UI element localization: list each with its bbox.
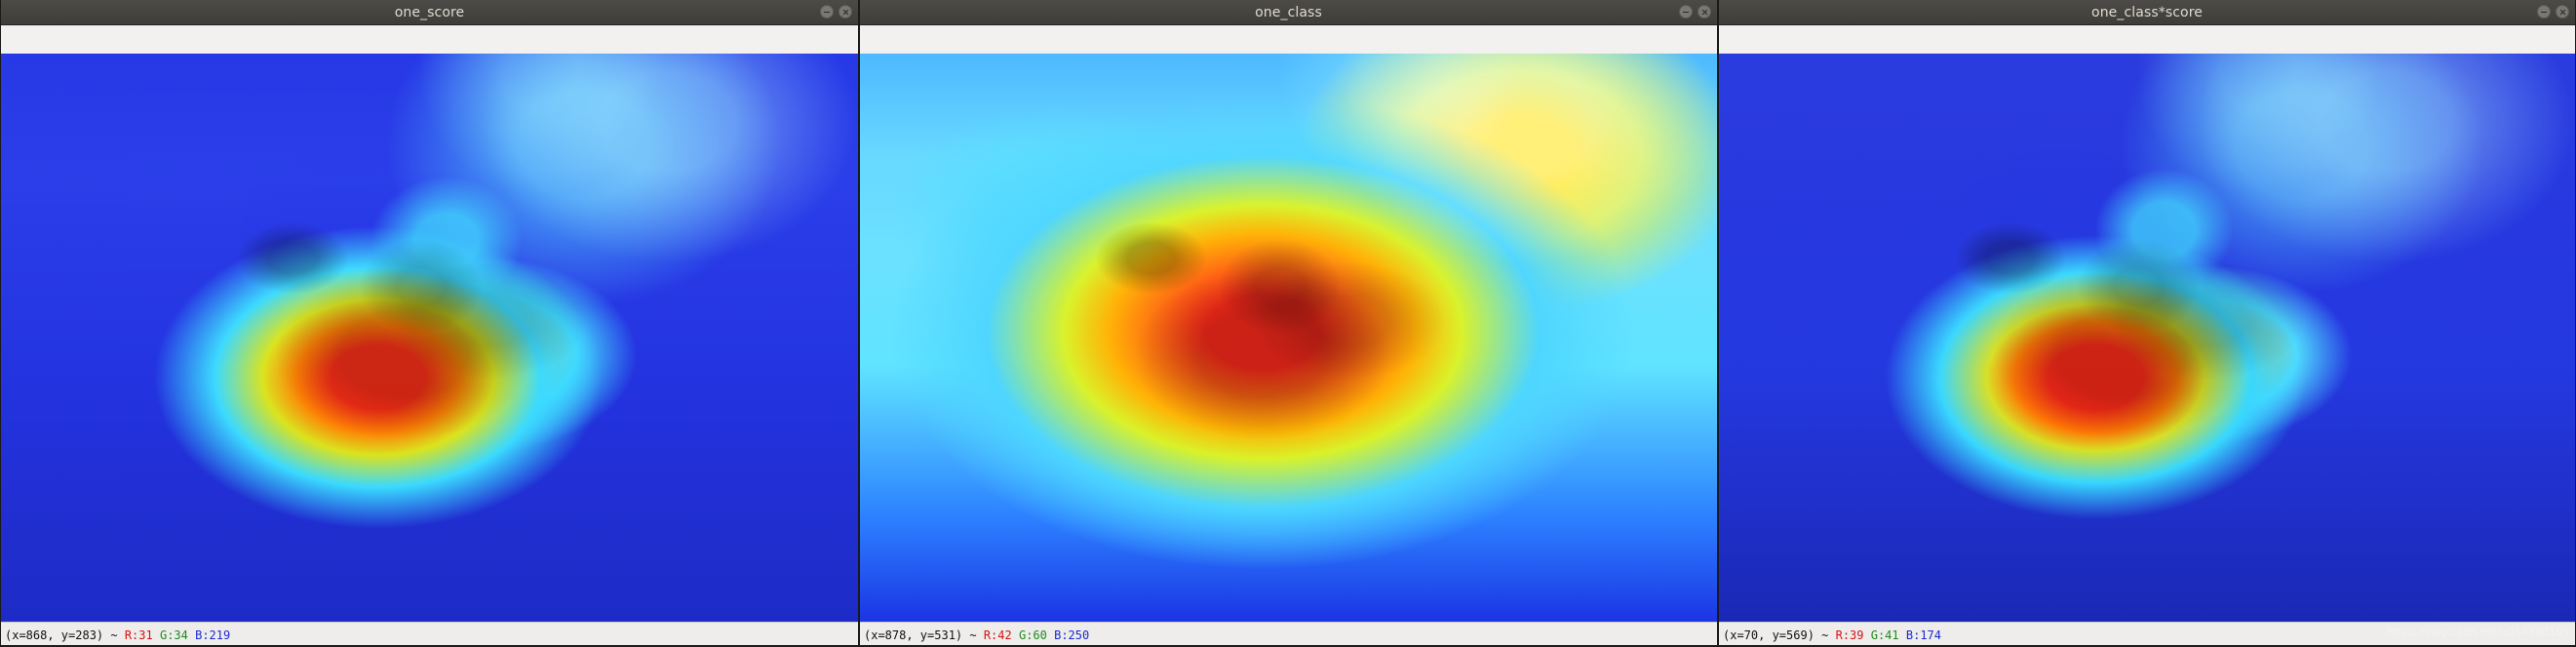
window-one-class-score[interactable]: one_class*score (x=70, y=569) ~ R:39 G:4… [1718, 0, 2576, 647]
status-bar: (x=70, y=569) ~ R:39 G:41 B:174 https://… [1719, 622, 2575, 647]
image-canvas[interactable] [1719, 54, 2575, 622]
status-position: (x=70, y=569) ~ [1723, 628, 1836, 642]
window-toolbar [1719, 25, 2575, 55]
bear-silhouette [1, 54, 858, 622]
status-blue-value: B:174 [1905, 628, 1941, 642]
close-icon[interactable] [839, 5, 852, 19]
status-position: (x=878, y=531) ~ [864, 628, 984, 642]
status-position: (x=868, y=283) ~ [5, 628, 125, 642]
window-toolbar [1, 25, 858, 55]
snow-texture [1, 54, 858, 622]
watermark-text: https://blog.csdn.net/u014380165 [2386, 626, 2569, 638]
minimize-icon[interactable] [2537, 5, 2551, 19]
snow-texture [860, 54, 1717, 622]
window-controls [2537, 5, 2569, 19]
window-title: one_score [394, 5, 465, 20]
bear-silhouette [1719, 54, 2575, 622]
window-title: one_class*score [2091, 5, 2203, 20]
window-one-class[interactable]: one_class (x=878, y=531) ~ R:42 G:60 B:2… [859, 0, 1718, 647]
status-blue-value: B:250 [1054, 628, 1090, 642]
window-title: one_class [1255, 5, 1322, 20]
heatmap-image [1719, 54, 2575, 622]
status-red-value: R:31 [124, 628, 153, 642]
status-bar: (x=868, y=283) ~ R:31 G:34 B:219 [1, 622, 858, 647]
status-green-value: G:60 [1018, 628, 1047, 642]
image-canvas[interactable] [860, 54, 1717, 622]
minimize-icon[interactable] [1679, 5, 1693, 19]
window-controls [820, 5, 852, 19]
heatmap-image [1, 54, 858, 622]
desktop: one_score (x=868, y=283) ~ R:31 G:34 B:2… [0, 0, 2576, 647]
window-titlebar[interactable]: one_class [860, 0, 1717, 25]
status-green-value: G:34 [159, 628, 188, 642]
heatmap-image [860, 54, 1717, 622]
window-one-score[interactable]: one_score (x=868, y=283) ~ R:31 G:34 B:2… [0, 0, 859, 647]
status-bar: (x=878, y=531) ~ R:42 G:60 B:250 [860, 622, 1717, 647]
close-icon[interactable] [1698, 5, 1711, 19]
window-titlebar[interactable]: one_score [1, 0, 858, 25]
status-green-value: G:41 [1870, 628, 1899, 642]
status-red-value: R:42 [983, 628, 1012, 642]
image-canvas[interactable] [1, 54, 858, 622]
close-icon[interactable] [2556, 5, 2569, 19]
window-toolbar [860, 25, 1717, 55]
bear-silhouette [860, 54, 1717, 622]
status-blue-value: B:219 [195, 628, 231, 642]
minimize-icon[interactable] [820, 5, 834, 19]
window-titlebar[interactable]: one_class*score [1719, 0, 2575, 25]
window-controls [1679, 5, 1711, 19]
snow-texture [1719, 54, 2575, 622]
status-red-value: R:39 [1835, 628, 1864, 642]
